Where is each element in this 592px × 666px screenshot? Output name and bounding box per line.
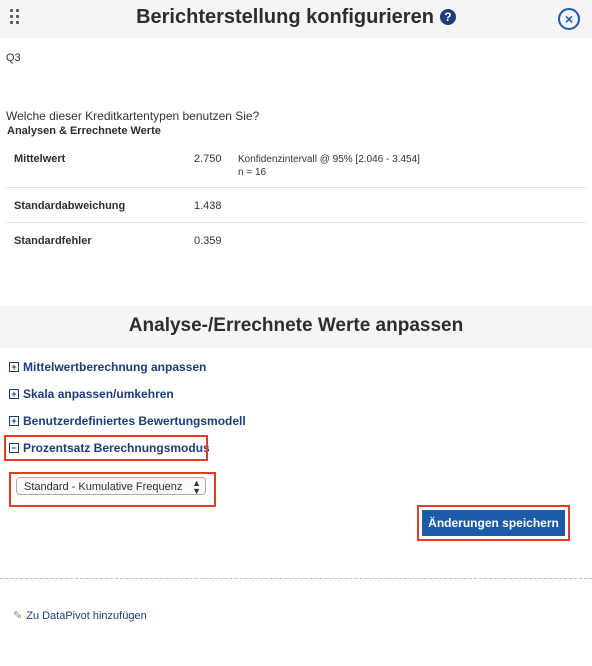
ci-text: Konfidenzintervall @ 95% [2.046 - 3.454]: [238, 154, 420, 165]
question-text: Welche dieser Kreditkartentypen benutzen…: [6, 109, 260, 123]
close-icon[interactable]: ×: [558, 8, 580, 30]
highlight-box: [9, 472, 216, 507]
stat-row-mean: Mittelwert 2.750 Konfidenzintervall @ 95…: [6, 139, 586, 188]
divider: [0, 578, 592, 579]
option-mean-calculation[interactable]: + Mittelwertberechnung anpassen: [9, 360, 206, 374]
datapivot-label: Zu DataPivot hinzufügen: [26, 610, 147, 622]
option-custom-scoring[interactable]: + Benutzerdefiniertes Bewertungsmodell: [9, 414, 246, 428]
stat-value: 0.359: [194, 235, 222, 247]
stat-name: Standardfehler: [14, 235, 92, 247]
stats-table: Mittelwert 2.750 Konfidenzintervall @ 95…: [6, 139, 586, 259]
help-icon[interactable]: ?: [439, 9, 456, 25]
option-label: Benutzerdefiniertes Bewertungsmodell: [23, 414, 246, 428]
option-label: Mittelwertberechnung anpassen: [23, 360, 207, 374]
stat-row-stddev: Standardabweichung 1.438: [6, 188, 586, 223]
highlight-box: [4, 435, 208, 461]
highlight-box: [417, 505, 570, 541]
pencil-icon: ✎: [13, 610, 23, 622]
stat-value: 1.438: [194, 200, 222, 212]
plus-square-icon: +: [9, 362, 19, 372]
adjust-section-header: Analyse-/Errechnete Werte anpassen: [0, 306, 592, 348]
plus-square-icon: +: [9, 389, 19, 399]
option-scale-adjust[interactable]: + Skala anpassen/umkehren: [9, 387, 174, 401]
option-label: Skala anpassen/umkehren: [23, 387, 174, 401]
add-to-datapivot-link[interactable]: ✎ Zu DataPivot hinzufügen: [13, 609, 147, 622]
stat-value: 2.750: [194, 153, 222, 165]
question-label: Q3: [6, 52, 21, 64]
dialog-title-text: Berichterstellung konfigurieren: [136, 6, 434, 28]
analysis-title: Analysen & Errechnete Werte: [7, 125, 161, 137]
dialog-title: Berichterstellung konfigurieren?: [0, 6, 592, 29]
adjust-section-title: Analyse-/Errechnete Werte anpassen: [128, 315, 464, 336]
dialog-header: Berichterstellung konfigurieren? ×: [0, 0, 592, 38]
stat-name: Mittelwert: [14, 153, 66, 165]
stat-name: Standardabweichung: [14, 200, 126, 212]
plus-square-icon: +: [9, 416, 19, 426]
confidence-interval: Konfidenzintervall @ 95% [2.046 - 3.454]…: [238, 153, 420, 179]
stat-row-stderr: Standardfehler 0.359: [6, 223, 586, 259]
n-count: n = 16: [238, 167, 267, 178]
